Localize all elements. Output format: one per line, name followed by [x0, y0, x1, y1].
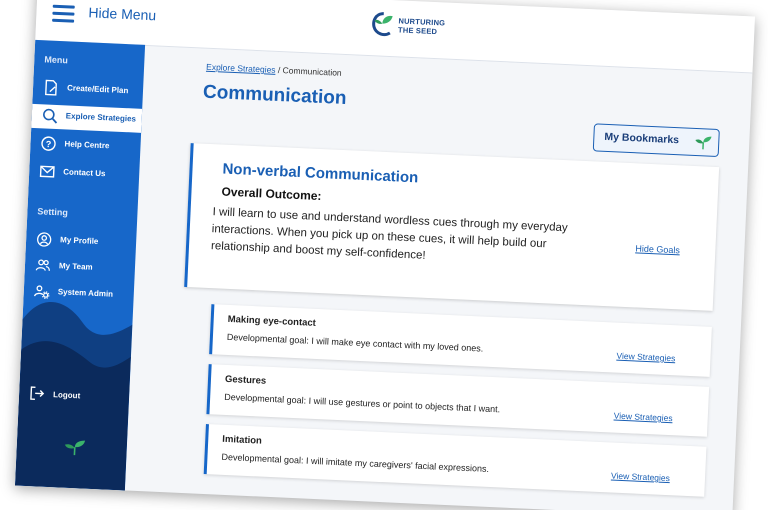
hide-goals-link[interactable]: Hide Goals — [635, 243, 680, 255]
logout-button[interactable]: Logout — [19, 382, 130, 411]
sidebar-item-label: My Team — [58, 261, 93, 272]
logout-icon — [30, 386, 45, 400]
page-title: Communication — [202, 81, 347, 110]
sidebar-item-label: My Profile — [59, 235, 99, 246]
sidebar-item-help-centre[interactable]: ? Help Centre — [30, 132, 141, 161]
breadcrumb-current: Communication — [282, 65, 342, 78]
seed-logo-icon — [372, 12, 393, 37]
user-circle-icon — [37, 232, 52, 247]
dev-goal-title: Making eye-contact — [227, 313, 317, 329]
sidebar-item-label: Create/Edit Plan — [66, 83, 129, 96]
hide-menu-button[interactable]: Hide Menu — [88, 4, 156, 23]
view-strategies-link[interactable]: View Strategies — [614, 411, 673, 424]
logout-label: Logout — [52, 390, 81, 401]
sidebar-item-contact-us[interactable]: Contact Us — [29, 160, 140, 189]
dev-goal-card: Making eye-contact Developmental goal: I… — [209, 304, 712, 377]
menu-heading: Menu — [44, 54, 69, 66]
nurturing-the-seed-logo: NURTURING THE SEED — [369, 9, 480, 48]
app-window: Hide Menu NURTURING THE SEED Menu Create… — [14, 0, 756, 510]
svg-text:?: ? — [46, 139, 52, 149]
sprout-icon — [64, 440, 86, 456]
sidebar: Menu Create/Edit Plan Explore Strategies… — [14, 39, 146, 491]
goal-card-title: Non-verbal Communication — [222, 160, 419, 187]
dev-goal-title: Gestures — [224, 373, 267, 387]
view-strategies-link[interactable]: View Strategies — [611, 470, 670, 483]
search-icon — [43, 108, 58, 124]
sidebar-item-explore-strategies[interactable]: Explore Strategies — [31, 103, 143, 133]
breadcrumb-link-explore-strategies[interactable]: Explore Strategies — [206, 62, 276, 75]
overall-goal-card: Non-verbal Communication Overall Outcome… — [184, 143, 720, 311]
dev-goal-card: Imitation Developmental goal: I will imi… — [203, 424, 707, 497]
sprout-icon — [695, 136, 712, 150]
screenshot-stage: Hide Menu NURTURING THE SEED Menu Create… — [0, 0, 768, 510]
document-edit-icon — [45, 79, 57, 96]
dev-goal-title: Imitation — [222, 433, 263, 447]
view-strategies-link[interactable]: View Strategies — [616, 351, 675, 364]
team-icon — [35, 259, 50, 271]
dev-goal-description: Developmental goal: I will imitate my ca… — [221, 451, 490, 474]
setting-heading: Setting — [37, 206, 69, 218]
help-icon: ? — [41, 136, 56, 151]
dev-goal-description: Developmental goal: I will use gestures … — [223, 391, 501, 415]
main-content: Explore Strategies / Communication Commu… — [125, 45, 753, 510]
sidebar-item-label: Explore Strategies — [65, 111, 137, 124]
mail-icon — [39, 165, 55, 178]
my-bookmarks-label: My Bookmarks — [604, 130, 680, 147]
dev-goal-description: Developmental goal: I will make eye cont… — [226, 331, 484, 354]
sidebar-item-my-profile[interactable]: My Profile — [26, 228, 137, 257]
sidebar-item-my-team[interactable]: My Team — [24, 254, 135, 283]
my-bookmarks-button[interactable]: My Bookmarks — [592, 123, 720, 158]
goal-card-text: I will learn to use and understand wordl… — [210, 206, 568, 262]
sidebar-item-label: Help Centre — [64, 139, 110, 151]
sidebar-item-create-edit-plan[interactable]: Create/Edit Plan — [32, 76, 143, 105]
breadcrumb: Explore Strategies / Communication — [206, 62, 342, 78]
hamburger-menu-icon[interactable] — [52, 4, 75, 23]
sidebar-item-label: Contact Us — [63, 167, 106, 179]
dev-goal-card: Gestures Developmental goal: I will use … — [206, 364, 710, 437]
breadcrumb-separator: / — [277, 64, 281, 76]
goal-card-subtitle: Overall Outcome: — [221, 184, 322, 204]
